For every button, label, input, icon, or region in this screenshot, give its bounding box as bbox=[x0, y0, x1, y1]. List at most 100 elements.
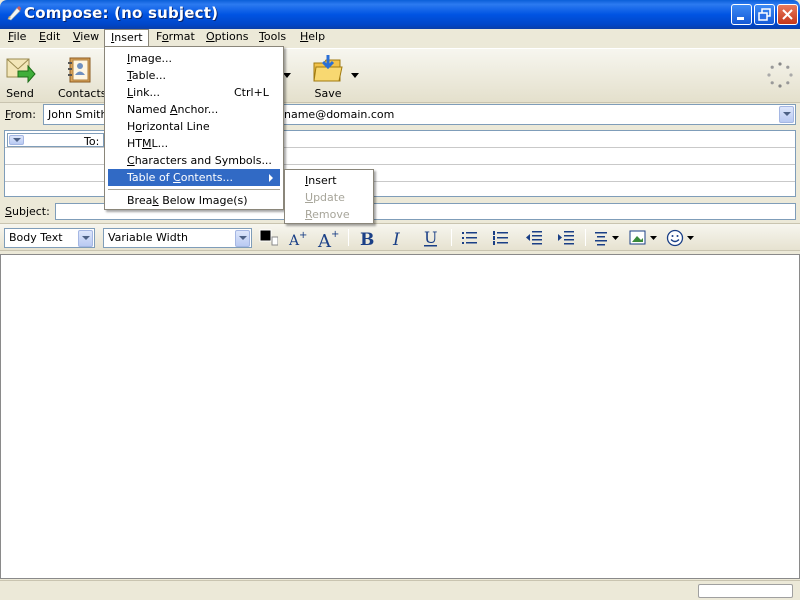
insert-smiley-button[interactable] bbox=[665, 227, 697, 249]
chevron-down-icon bbox=[351, 73, 359, 78]
message-body-editor[interactable] bbox=[0, 254, 800, 579]
paragraph-style-value: Body Text bbox=[9, 231, 63, 244]
numbered-list-button[interactable] bbox=[491, 227, 511, 249]
menu-format[interactable]: Format bbox=[150, 29, 201, 47]
minimize-button[interactable] bbox=[731, 4, 752, 25]
menu-bar: File Edit View Insert Format Options Too… bbox=[0, 29, 800, 47]
text-color-button[interactable] bbox=[258, 227, 279, 249]
toc-insert-label: nsert bbox=[308, 174, 337, 187]
italic-icon: I bbox=[392, 230, 400, 250]
insert-characters-symbols-item[interactable]: Characters and Symbols... bbox=[108, 152, 280, 169]
toc-update-label: pdate bbox=[313, 191, 345, 204]
numbered-list-icon bbox=[493, 231, 508, 245]
indent-button[interactable] bbox=[556, 227, 576, 249]
underline-button[interactable]: U bbox=[421, 227, 441, 249]
bold-button[interactable]: B bbox=[357, 227, 377, 250]
font-smaller-icon: A + bbox=[288, 230, 307, 249]
save-folder-icon bbox=[313, 55, 343, 82]
send-label: Send bbox=[6, 87, 34, 100]
minimize-icon bbox=[737, 17, 744, 20]
menu-options[interactable]: Options bbox=[200, 29, 254, 47]
insert-horizontal-line-item[interactable]: Horizontal Line bbox=[108, 118, 280, 135]
paragraph-style-select[interactable]: Body Text bbox=[4, 228, 95, 248]
send-button[interactable]: Send bbox=[2, 53, 38, 101]
save-label: Save bbox=[314, 87, 342, 100]
insert-break-prefix: Brea bbox=[127, 194, 153, 207]
font-dropdown-button[interactable] bbox=[235, 230, 250, 247]
title-bar[interactable]: Compose: (no subject) bbox=[0, 0, 800, 29]
menu-edit-mnemonic: E bbox=[39, 30, 46, 43]
contacts-icon bbox=[68, 57, 91, 83]
paragraph-style-dropdown-button[interactable] bbox=[78, 230, 93, 247]
activity-throbber-icon bbox=[767, 62, 793, 88]
toolbar-separator bbox=[585, 229, 586, 246]
menu-help[interactable]: Help bbox=[294, 29, 331, 47]
insert-menu-dropdown: Image... Table... Link... Ctrl+L Named An… bbox=[104, 46, 284, 210]
menu-view-label: iew bbox=[80, 30, 100, 43]
toc-remove-item: Remove bbox=[288, 206, 370, 223]
svg-text:+: + bbox=[331, 229, 339, 240]
recipient-type-dropdown-button[interactable] bbox=[9, 135, 24, 145]
decrease-font-size-button[interactable]: A + bbox=[285, 227, 309, 249]
submenu-arrow-icon bbox=[269, 174, 273, 182]
insert-toc-mnemonic: C bbox=[173, 171, 181, 184]
insert-link-label: ink... bbox=[133, 86, 161, 99]
underline-icon: U bbox=[424, 228, 437, 247]
menu-format-mnemonic: o bbox=[161, 30, 169, 43]
insert-html-item[interactable]: HTML... bbox=[108, 135, 280, 152]
insert-horizontal-line-label: rizontal Line bbox=[142, 120, 210, 133]
from-dropdown-button[interactable] bbox=[779, 106, 794, 123]
recipient-type-select[interactable]: To: bbox=[7, 133, 104, 148]
toc-update-mnemonic: U bbox=[305, 191, 314, 204]
menu-insert[interactable]: Insert bbox=[104, 29, 149, 47]
insert-image-icon bbox=[629, 230, 657, 245]
insert-object-button[interactable] bbox=[628, 227, 660, 249]
menu-file[interactable]: File bbox=[2, 29, 32, 47]
insert-break-label: Below Image(s) bbox=[158, 194, 248, 207]
insert-break-below-image-item[interactable]: Break Below Image(s) bbox=[108, 192, 280, 209]
text-color-swatch-icon bbox=[259, 229, 279, 246]
close-icon bbox=[782, 9, 793, 20]
italic-button[interactable]: I bbox=[389, 227, 409, 250]
bullet-list-button[interactable] bbox=[460, 227, 480, 249]
insert-named-anchor-item[interactable]: Named Anchor... bbox=[108, 101, 280, 118]
menu-tools-label: ools bbox=[263, 30, 287, 43]
insert-link-item[interactable]: Link... Ctrl+L bbox=[108, 84, 280, 101]
toc-insert-item[interactable]: Insert bbox=[288, 172, 370, 189]
insert-named-anchor-label: nchor... bbox=[177, 103, 219, 116]
chevron-down-icon bbox=[13, 138, 21, 142]
restore-icon bbox=[758, 8, 771, 21]
menu-view[interactable]: View bbox=[67, 29, 105, 47]
insert-toc-prefix: Table of bbox=[127, 171, 174, 184]
outdent-button[interactable] bbox=[524, 227, 544, 249]
restore-button[interactable] bbox=[754, 4, 775, 25]
insert-image-label: mage... bbox=[130, 52, 172, 65]
contacts-button[interactable]: Contacts bbox=[58, 53, 107, 101]
status-bar bbox=[0, 580, 800, 600]
format-toolbar: Body Text Variable Width A + A + B I U bbox=[0, 223, 800, 252]
close-button[interactable] bbox=[777, 4, 798, 25]
from-email-value: name@domain.com bbox=[284, 108, 395, 121]
save-button[interactable]: Save bbox=[310, 53, 346, 101]
from-name-value: John Smith bbox=[48, 108, 108, 121]
menu-options-label: ptions bbox=[214, 30, 249, 43]
insert-horizontal-line-mnemonic: o bbox=[135, 120, 143, 133]
menu-tools[interactable]: Tools bbox=[253, 29, 292, 47]
bold-icon: B bbox=[360, 230, 374, 250]
toolbar-separator bbox=[451, 229, 452, 246]
bullet-list-icon bbox=[462, 232, 477, 244]
increase-font-size-button[interactable]: A + bbox=[316, 227, 342, 252]
align-button[interactable] bbox=[592, 227, 622, 249]
font-select[interactable]: Variable Width bbox=[103, 228, 252, 248]
insert-html-label: L... bbox=[151, 137, 169, 150]
menu-edit[interactable]: Edit bbox=[33, 29, 66, 47]
contacts-label: Contacts bbox=[58, 87, 107, 100]
from-label: From: bbox=[5, 108, 36, 121]
font-value: Variable Width bbox=[108, 231, 188, 244]
insert-table-item[interactable]: Table... bbox=[108, 67, 280, 84]
save-dropdown-arrow[interactable] bbox=[350, 53, 362, 101]
insert-named-anchor-prefix: Named bbox=[127, 103, 170, 116]
font-larger-icon: A + bbox=[317, 229, 339, 252]
insert-table-of-contents-item[interactable]: Table of Contents... bbox=[108, 169, 280, 186]
insert-image-item[interactable]: Image... bbox=[108, 50, 280, 67]
